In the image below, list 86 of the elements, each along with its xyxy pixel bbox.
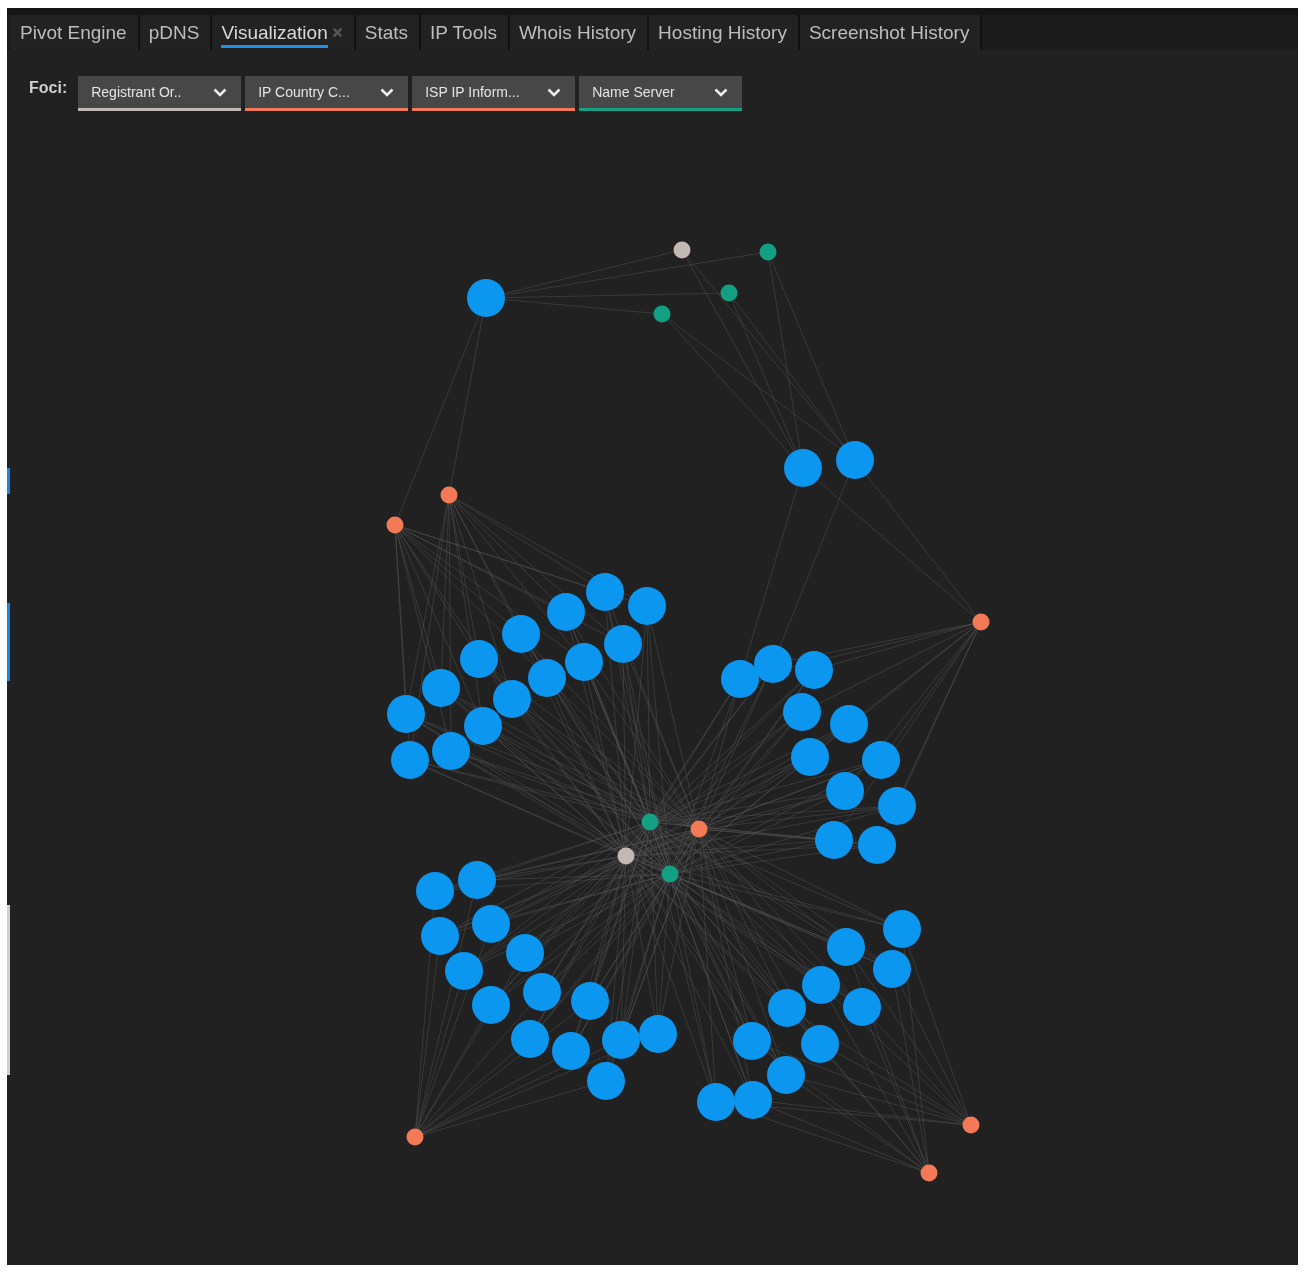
graph-node: [878, 787, 916, 825]
graph-node: [830, 705, 868, 743]
graph-node: [815, 821, 853, 859]
chevron-down-icon: [547, 87, 562, 97]
graph-node: [827, 928, 865, 966]
close-icon[interactable]: [331, 27, 343, 38]
graph-node: [587, 1062, 625, 1100]
chevron-down-icon: [213, 87, 228, 97]
focus-dropdown[interactable]: Name Server: [579, 76, 743, 111]
graph-node: [768, 989, 806, 1027]
foci-label: Foci:: [29, 79, 68, 97]
graph-node: [586, 573, 624, 611]
graph-node: [858, 826, 896, 864]
graph-node: [697, 1083, 735, 1121]
graph-node: [502, 615, 540, 653]
graph-node: [445, 952, 483, 990]
graph-node: [432, 732, 470, 770]
tab[interactable]: pDNS: [139, 15, 213, 50]
graph-node: [843, 988, 881, 1026]
graph-node: [754, 645, 792, 683]
graph-node: [506, 934, 544, 972]
graph-node: [641, 813, 659, 831]
tab[interactable]: IP Tools: [421, 15, 510, 50]
graph-node: [721, 660, 759, 698]
tab[interactable]: Visualization: [212, 15, 356, 50]
graph-node: [391, 741, 429, 779]
graph-node: [690, 820, 708, 838]
graph-node: [802, 966, 840, 1004]
graph-node: [552, 1032, 590, 1070]
focus-dropdown[interactable]: Registrant Or..: [78, 76, 242, 111]
graph-node: [836, 441, 874, 479]
graph-node: [628, 587, 666, 625]
graph-node: [571, 982, 609, 1020]
graph-node: [862, 741, 900, 779]
graph-node: [511, 1020, 549, 1058]
graph-node: [826, 772, 864, 810]
graph-node: [460, 640, 498, 678]
graph-node: [759, 243, 777, 261]
graph-node: [422, 669, 460, 707]
focus-dropdown[interactable]: ISP IP Inform...: [412, 76, 576, 111]
graph-node: [795, 651, 833, 689]
graph-node: [472, 986, 510, 1024]
focus-dropdown[interactable]: IP Country C...: [245, 76, 409, 111]
graph-node: [873, 950, 911, 988]
graph-node: [720, 284, 738, 302]
graph-node: [962, 1116, 980, 1134]
tab[interactable]: Stats: [355, 15, 421, 50]
graph-node: [602, 1021, 640, 1059]
graph-node: [421, 917, 459, 955]
graph-node: [458, 861, 496, 899]
graph-node: [617, 847, 635, 865]
tab[interactable]: Whois History: [509, 15, 650, 50]
graph-node: [972, 613, 990, 631]
graph-node: [528, 659, 566, 697]
graph-node: [661, 865, 679, 883]
graph-node: [416, 872, 454, 910]
graph-node: [493, 680, 531, 718]
graph-node: [406, 1128, 424, 1146]
graph-node: [920, 1164, 938, 1182]
graph-node: [883, 910, 921, 948]
edge-marker: [7, 468, 10, 494]
graph-node: [547, 593, 585, 631]
tab[interactable]: Pivot Engine: [11, 15, 140, 50]
graph-node: [734, 1081, 772, 1119]
graph-node: [386, 516, 404, 534]
tab[interactable]: Hosting History: [649, 15, 800, 50]
graph-node: [791, 738, 829, 776]
graph-node: [464, 707, 502, 745]
graph-node: [387, 695, 425, 733]
graph-node: [565, 643, 603, 681]
graph-node: [440, 486, 458, 504]
graph-node: [639, 1015, 677, 1053]
graph-node: [653, 305, 671, 323]
graph-node: [604, 625, 642, 663]
graph-node: [784, 449, 822, 487]
graph-node: [783, 693, 821, 731]
chevron-down-icon: [380, 87, 395, 97]
graph-node: [673, 241, 691, 259]
chevron-down-icon: [714, 87, 729, 97]
graph-node: [467, 279, 505, 317]
graph-node: [767, 1056, 805, 1094]
tab[interactable]: Screenshot History: [799, 15, 983, 50]
graph-node: [733, 1022, 771, 1060]
graph-node: [523, 973, 561, 1011]
graph-node: [472, 905, 510, 943]
graph-node: [801, 1025, 839, 1063]
